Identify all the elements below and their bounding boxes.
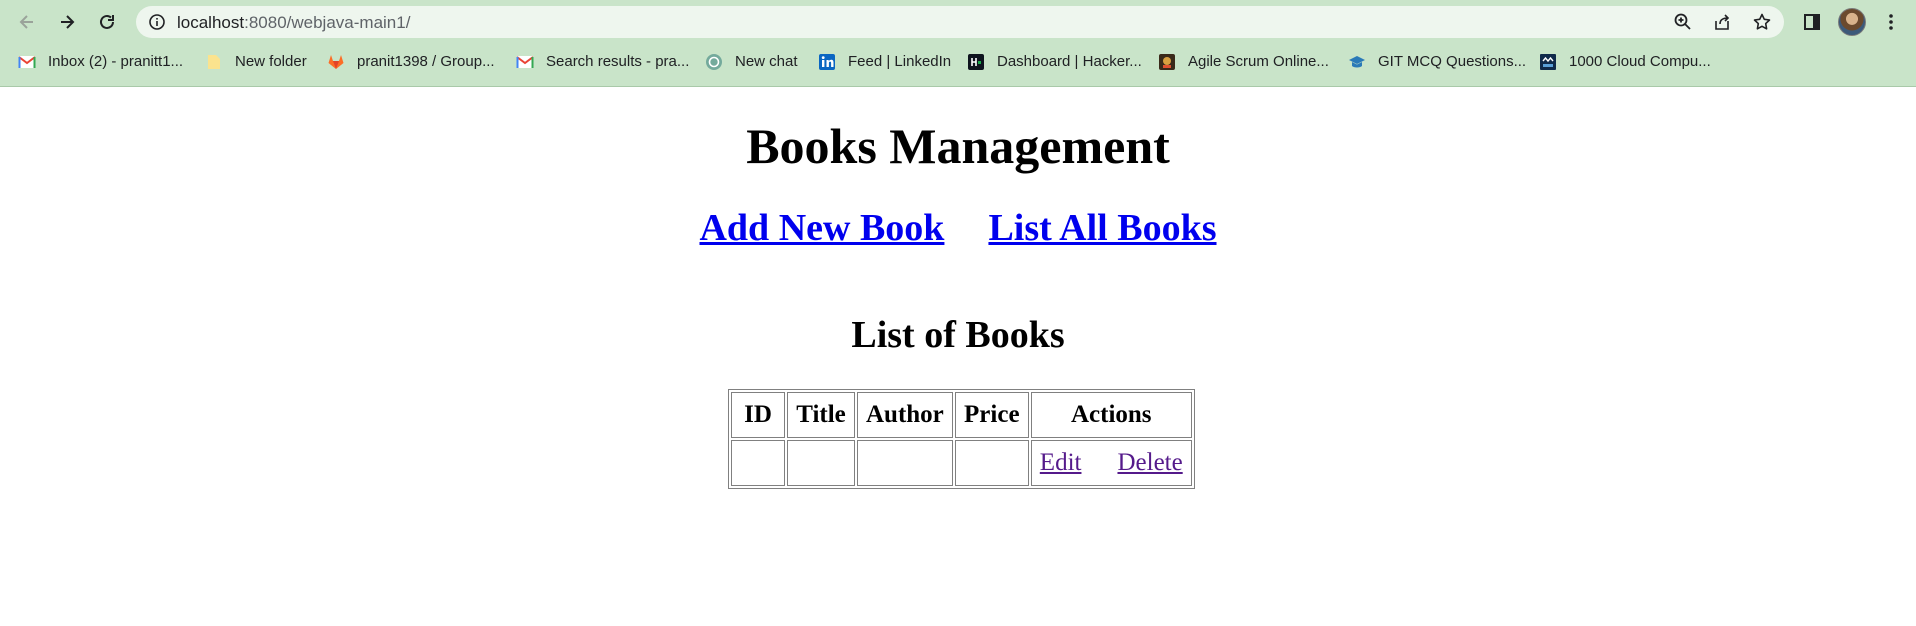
cell-price	[954, 440, 1029, 486]
menu-button[interactable]	[1879, 10, 1903, 34]
column-header-author: Author	[857, 392, 953, 438]
column-header-actions: Actions	[1030, 392, 1192, 438]
delete-link[interactable]: Delete	[1117, 449, 1182, 476]
bookmark-label: Inbox (2) - pranitt1...	[48, 53, 184, 70]
url-text[interactable]: localhost:8080/webjava-main1/	[177, 13, 410, 33]
chatgpt-icon	[706, 54, 722, 70]
edit-link[interactable]: Edit	[1040, 449, 1082, 476]
site-info-icon[interactable]	[148, 13, 166, 31]
bookmark-label: Search results - pra...	[546, 53, 690, 70]
url-path: :8080/webjava-main1/	[244, 13, 411, 32]
bookmark-git-mcq[interactable]: GIT MCQ Questions...	[1348, 50, 1526, 74]
side-panel-icon	[1804, 14, 1820, 30]
bookmark-label: Dashboard | Hacker...	[997, 53, 1142, 70]
url-host: localhost	[177, 13, 245, 32]
bookmark-gitlab[interactable]: pranit1398 / Group...	[327, 50, 495, 74]
profile-avatar[interactable]	[1838, 8, 1866, 36]
cell-title	[787, 440, 855, 486]
page-content: Books Management Add New Book List All Bo…	[0, 87, 1916, 626]
back-arrow-icon	[19, 15, 33, 29]
hackerrank-icon	[968, 54, 984, 70]
page-title: Books Management	[746, 118, 1170, 174]
cell-author	[857, 440, 953, 486]
bookmark-hackerrank[interactable]: Dashboard | Hacker...	[967, 50, 1142, 74]
bookmark-star-icon[interactable]	[1752, 12, 1772, 32]
bookmark-cloud-computing[interactable]: 1000 Cloud Compu...	[1539, 50, 1711, 74]
mcq-icon	[1349, 56, 1365, 68]
folder-icon	[208, 55, 220, 69]
bookmark-inbox[interactable]: Inbox (2) - pranitt1...	[18, 50, 183, 74]
bookmark-new-chat[interactable]: New chat	[705, 50, 798, 74]
bookmark-linkedin[interactable]: Feed | LinkedIn	[818, 50, 951, 74]
bookmark-label: 1000 Cloud Compu...	[1569, 53, 1711, 70]
bookmark-label: New chat	[735, 53, 798, 70]
kebab-menu-icon	[1889, 14, 1893, 30]
bookmark-label: pranit1398 / Group...	[357, 53, 495, 70]
bookmark-agile-scrum[interactable]: Agile Scrum Online...	[1158, 50, 1329, 74]
column-header-title: Title	[787, 392, 855, 438]
column-header-id: ID	[731, 392, 785, 438]
side-panel-button[interactable]	[1800, 10, 1824, 34]
browser-toolbar: localhost:8080/webjava-main1/	[0, 0, 1916, 44]
reload-button[interactable]	[92, 8, 122, 36]
column-header-price: Price	[954, 392, 1029, 438]
linkedin-icon	[819, 54, 835, 70]
browser-chrome: localhost:8080/webjava-main1/ Inbox (2) …	[0, 0, 1916, 87]
list-all-books-link[interactable]: List All Books	[988, 207, 1216, 249]
forward-arrow-icon	[61, 15, 75, 29]
books-table: ID Title Author Price Actions Edit Delete	[728, 389, 1195, 489]
reload-icon	[100, 14, 114, 29]
bookmark-label: Feed | LinkedIn	[848, 53, 952, 70]
share-icon[interactable]	[1712, 12, 1732, 32]
bookmark-label: Agile Scrum Online...	[1188, 53, 1329, 70]
sanfoundry-icon	[1540, 54, 1556, 70]
add-new-book-link[interactable]: Add New Book	[699, 207, 944, 249]
bookmark-search-results[interactable]: Search results - pra...	[516, 50, 689, 74]
table-row: Edit Delete	[731, 440, 1192, 486]
gmail-icon	[516, 56, 534, 68]
zoom-icon[interactable]	[1673, 12, 1693, 32]
gmail-icon	[18, 56, 36, 68]
back-button[interactable]	[12, 8, 42, 36]
cell-actions: Edit Delete	[1030, 440, 1192, 486]
bookmark-label: New folder	[235, 53, 307, 70]
bookmark-new-folder[interactable]: New folder	[205, 50, 307, 74]
main-nav: Add New Book List All Books	[0, 206, 1916, 250]
gitlab-icon	[328, 55, 344, 69]
scrum-icon	[1159, 54, 1175, 70]
forward-button[interactable]	[52, 8, 82, 36]
bookmark-label: GIT MCQ Questions...	[1378, 53, 1527, 70]
address-bar[interactable]: localhost:8080/webjava-main1/	[136, 6, 1784, 38]
cell-id	[731, 440, 785, 486]
table-header-row: ID Title Author Price Actions	[731, 392, 1192, 438]
list-title: List of Books	[851, 314, 1065, 356]
bookmarks-bar: Inbox (2) - pranitt1... New folder prani…	[0, 50, 1916, 76]
